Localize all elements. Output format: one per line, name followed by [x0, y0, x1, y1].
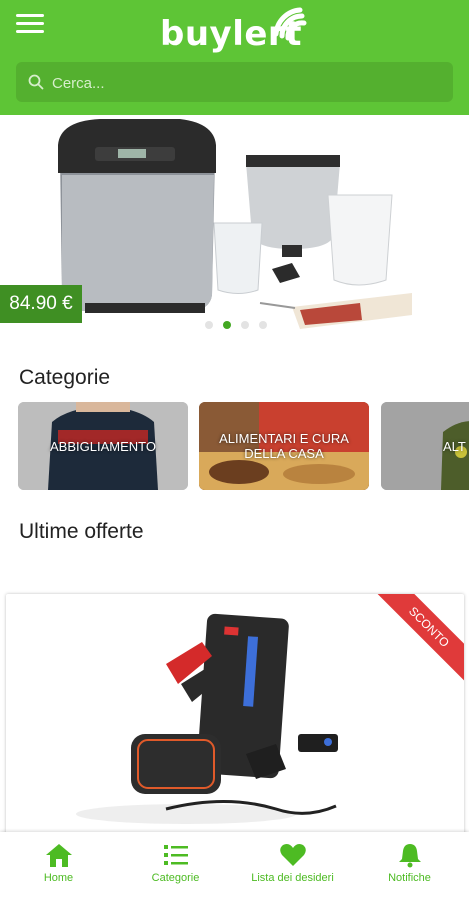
search-bar[interactable] [16, 62, 453, 104]
category-card-alimentari[interactable]: ALIMENTARI E CURA DELLA CASA [199, 402, 369, 490]
app-header: buylert [0, 0, 469, 115]
category-label: ALT [443, 438, 466, 454]
jump-starter-image [76, 613, 338, 824]
search-icon [28, 74, 44, 90]
carousel-dot[interactable] [241, 321, 249, 329]
offers-title: Ultime offerte [19, 520, 144, 543]
carousel-dot-active[interactable] [223, 321, 231, 329]
nav-label: Categorie [151, 872, 200, 884]
home-icon [45, 844, 72, 867]
offer-card[interactable]: SCONTO [6, 594, 464, 844]
categories-title: Categorie [19, 366, 111, 389]
list-icon [163, 845, 188, 865]
nav-item-categorie[interactable]: Categorie [117, 842, 234, 884]
search-input[interactable] [50, 62, 444, 104]
nav-item-wishlist[interactable]: Lista dei desideri [234, 842, 351, 884]
nav-label: Lista dei desideri [251, 872, 334, 884]
carousel-indicator [205, 316, 277, 334]
bell-icon [398, 844, 421, 868]
price-tag: 84.90 € [0, 285, 82, 323]
hamburger-menu-icon[interactable] [16, 14, 44, 34]
heart-icon [279, 844, 306, 866]
nav-label: Notifiche [388, 872, 431, 884]
category-card-abbigliamento[interactable]: ABBIGLIAMENTO [18, 402, 188, 490]
category-label: ALIMENTARI E CURA DELLA CASA [219, 431, 349, 461]
nav-label: Home [43, 872, 74, 884]
nav-item-home[interactable]: Home [0, 842, 117, 884]
carousel-dot[interactable] [205, 321, 213, 329]
product-banner[interactable]: 84.90 € [0, 115, 469, 335]
categories-carousel: ABBIGLIAMENTO ALIMENTARI E CURA DELLA CA… [0, 402, 469, 492]
carousel-dot[interactable] [259, 321, 267, 329]
signal-icon [273, 7, 307, 41]
nav-item-notifiche[interactable]: Notifiche [351, 842, 468, 884]
category-card-partial[interactable]: ALT [381, 402, 469, 490]
category-label: ABBIGLIAMENTO [50, 438, 156, 454]
bottom-navigation: Home Categorie Lista dei desideri Notifi… [0, 832, 469, 900]
